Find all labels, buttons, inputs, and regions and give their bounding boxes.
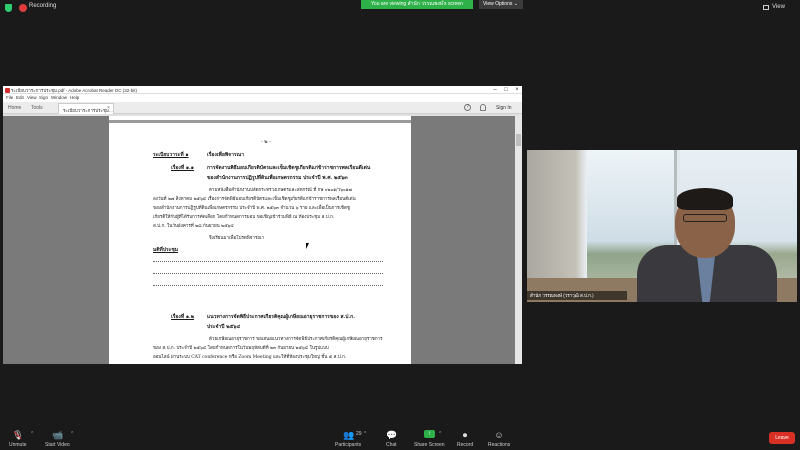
mouse-cursor-icon [306,243,309,249]
blank-line [153,261,383,262]
scrollbar-thumb[interactable] [516,134,521,146]
body-text-line: ของสำนักงานการปฏิรูปที่ดินเพื่อเกษตรกรรม… [153,206,350,211]
pdf-app-icon [5,87,10,93]
body-text-line: จึงเรียนมาเพื่อโปรดพิจารณา [209,236,265,241]
view-options-button[interactable]: View Options ⌄ [479,0,523,9]
reactions-icon[interactable]: ☺ [489,430,509,440]
tab-home[interactable]: Home [8,105,21,111]
screen-share-banner: You are viewing สำนัก วรรณพงษ์'s screen [361,0,473,9]
page-separator [109,120,411,123]
participants-caret-icon[interactable]: ^ [364,431,366,437]
agenda-heading: ระเบียบวาระที่ ๑ [153,152,189,158]
share-screen-icon[interactable]: ↑ [424,430,435,438]
item-heading: เรื่องที่ ๑.๑ [171,165,194,171]
menu-file[interactable]: File [6,95,13,100]
tab-tools[interactable]: Tools [31,105,43,111]
participant-name-label: สำนัก วรรณพงษ์ (วราวุฒิ ส.ป.ก.) [530,293,594,298]
record-icon[interactable]: ⏺ [455,430,475,441]
notifications-bell-icon[interactable] [480,104,486,111]
close-icon[interactable]: × [512,86,522,94]
gallery-grid-icon[interactable] [763,5,769,10]
leave-button[interactable]: Leave [769,432,795,444]
tab-document[interactable]: ระเบียบวาระการประชุม... [58,103,114,114]
blank-line [153,273,383,274]
participant-video-tile[interactable]: สำนัก วรรณพงษ์ (วราวุฒิ ส.ป.ก.) [527,150,797,302]
menu-edit[interactable]: Edit [16,95,24,100]
pdf-page: - ๒ - ระเบียบวาระที่ ๑ เรื่องเพื่อพิจารณ… [109,116,411,364]
resolution-heading: มติที่ประชุม [153,247,179,253]
sign-in-button[interactable]: Sign In [496,105,512,111]
body-text-line: ลงวันที่ ๒๗ สิงหาคม ๒๕๖๔ เรื่องการจัดพิธ… [153,197,356,202]
item-title-line: การจัดงานพิธีมอบเกียรติบัตรและเข็มเชิดชู… [207,165,371,171]
menu-window[interactable]: Window [51,95,67,100]
minimize-icon[interactable]: – [490,86,500,94]
acrobat-menu-bar: File Edit View Sign Window Help [3,94,522,102]
item-title-line: แนวทางการจัดพิธีประกาศเกียรติคุณผู้เกษีย… [207,314,355,320]
participants-count: 29 [356,431,362,437]
page-number: - ๒ - [261,139,271,145]
help-icon[interactable]: ? [464,104,471,111]
body-text-line: ของ ส.ป.ก. ประจำปี ๒๕๖๔ โดยกำหนดการในวัน… [153,346,329,351]
menu-sign[interactable]: Sign [39,95,48,100]
body-text-line: ส.ป.ก. ในวันอังคารที่ ๒๘ กันยายน ๒๕๖๔ [153,224,234,229]
reactions-button[interactable]: Reactions [488,442,510,448]
share-screen-button[interactable]: Share Screen [414,442,445,448]
recording-indicator-icon [19,4,27,12]
participants-button[interactable]: Participants [335,442,361,448]
item-title-line: ของสำนักงานการปฏิรูปที่ดินเพื่อเกษตรกรรม… [207,175,348,181]
body-text-line: ตามหนังสือสำนักงานปลัดกระทรวงเกษตรและสหก… [209,188,353,193]
acrobat-tab-bar: Home Tools ระเบียบวาระการประชุม... × ? S… [3,102,522,114]
chat-button[interactable]: Chat [386,442,397,448]
start-video-button[interactable]: Start Video [45,442,70,448]
audio-options-caret-icon[interactable]: ^ [31,431,33,437]
tab-close-icon[interactable]: × [107,105,110,111]
video-camera-icon[interactable]: 📹 [48,430,68,441]
window-title: ระเบียบวาระการประชุม.pdf - Adobe Acrobat… [11,88,138,93]
menu-view[interactable]: View [27,95,37,100]
blank-line [153,285,383,286]
share-options-caret-icon[interactable]: ^ [439,431,441,437]
vertical-scrollbar[interactable] [515,116,522,364]
menu-help[interactable]: Help [70,95,79,100]
acrobat-title-bar: ระเบียบวาระการประชุม.pdf - Adobe Acrobat… [3,86,522,94]
acrobat-window: ระเบียบวาระการประชุม.pdf - Adobe Acrobat… [3,86,522,364]
item-title-line: ประจำปี ๒๕๖๔ [207,324,241,330]
body-text-line: เกียรติให้กับผู้ที่ได้รับการคัดเลือก โดย… [153,215,335,220]
participant-hair [677,188,733,210]
chat-icon[interactable]: 💬 [382,430,402,441]
recording-label: Recording [29,3,57,9]
maximize-icon[interactable]: □ [501,86,511,94]
agenda-title: เรื่องเพื่อพิจารณา [207,152,245,158]
record-button[interactable]: Record [457,442,473,448]
unmute-button[interactable]: Unmute [9,442,27,448]
video-options-caret-icon[interactable]: ^ [71,431,73,437]
body-text-line: ออนไลน์ ผ่านระบบ CAT conference หรือ Zoo… [153,355,347,360]
item-heading: เรื่องที่ ๑.๒ [171,314,195,320]
view-button[interactable]: View [772,4,785,10]
encryption-shield-icon[interactable] [5,4,12,12]
participant-glasses [683,214,727,222]
body-text-line: ด้วยเกษียณอายุราชการ ขอเสนอแนวทางการจัดพ… [209,337,383,342]
